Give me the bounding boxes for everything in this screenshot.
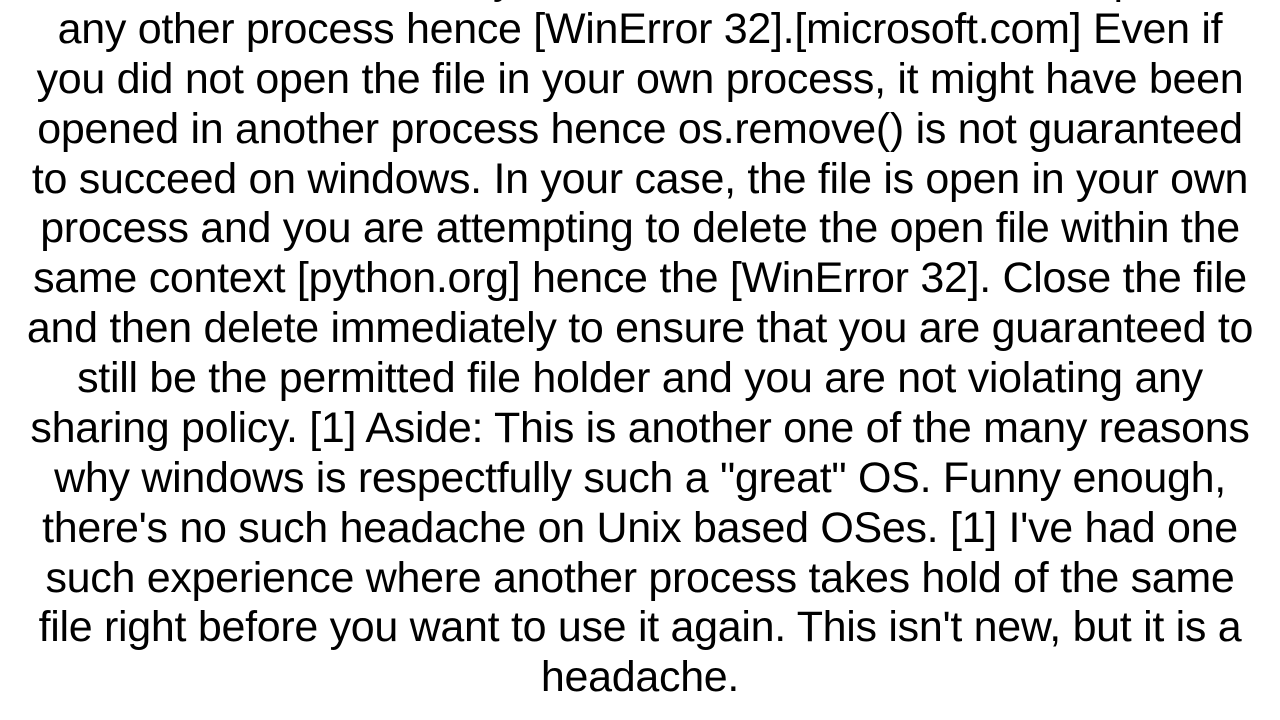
body-paragraph: Once the file is loaded, you cannot load… [20,0,1260,703]
document-content: Once the file is loaded, you cannot load… [0,0,1280,703]
